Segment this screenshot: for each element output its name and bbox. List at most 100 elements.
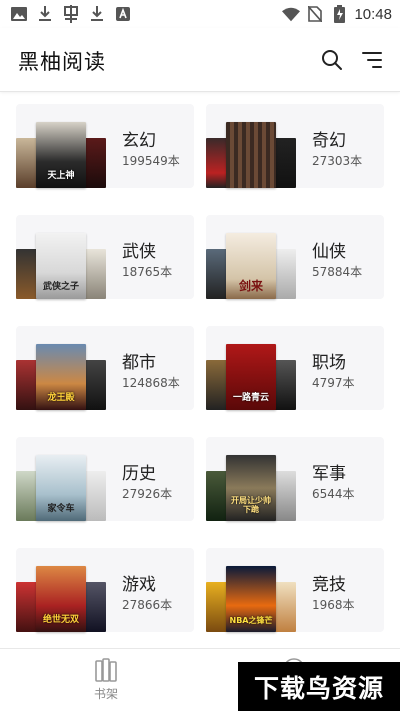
a-box-icon [114, 5, 132, 23]
category-count: 18765本 [122, 265, 173, 279]
battery-charging-icon [330, 5, 348, 23]
cover-stack: 绝世无双 [16, 548, 108, 632]
cover-title: 绝世无双 [42, 615, 79, 626]
book-cover [206, 582, 228, 632]
book-cover: 武侠之子 [36, 233, 86, 299]
book-cover [84, 582, 106, 632]
book-cover: 剑来 [226, 233, 276, 299]
book-cover: 家令车 [36, 455, 86, 521]
category-card-dushi[interactable]: 龙王殿 都市 124868本 [16, 326, 194, 410]
status-time: 10:48 [354, 5, 392, 23]
wifi-icon [282, 5, 301, 23]
nav-bookshelf-label: 书架 [93, 687, 118, 701]
download-icon [88, 5, 106, 23]
nav-bookshelf[interactable]: 书架 [86, 657, 126, 707]
category-name: 武侠 [122, 242, 156, 262]
book-cover [274, 360, 296, 410]
book-cover: 龙王殿 [36, 344, 86, 410]
cover-stack: 剑来 [206, 215, 298, 299]
menu-list-icon [362, 52, 382, 68]
category-name: 都市 [122, 353, 156, 373]
category-card-wuxia[interactable]: 武侠之子 武侠 18765本 [16, 215, 194, 299]
cover-title: 剑来 [238, 278, 263, 293]
download-icon [36, 5, 54, 23]
book-cover [84, 138, 106, 188]
book-cover [16, 471, 38, 521]
book-cover [16, 138, 38, 188]
cover-title: 开局让少帅下跪 [231, 496, 271, 515]
category-name: 仙侠 [312, 242, 346, 262]
cover-stack [206, 104, 298, 188]
app-title: 黑柚阅读 [18, 50, 106, 74]
book-cover [226, 122, 276, 188]
book-cover: NBA之锋芒 [226, 566, 276, 632]
category-card-youxi[interactable]: 绝世无双 游戏 27866本 [16, 548, 194, 632]
category-name: 军事 [312, 464, 346, 484]
cover-stack: 武侠之子 [16, 215, 108, 299]
category-card-jingji[interactable]: NBA之锋芒 竞技 1968本 [206, 548, 384, 632]
category-name: 竞技 [312, 575, 346, 595]
book-cover: 天上神 [36, 122, 86, 188]
category-card-junshi[interactable]: 开局让少帅下跪 军事 6544本 [206, 437, 384, 521]
book-cover [274, 471, 296, 521]
book-cover [274, 582, 296, 632]
cover-title: 一路青云 [232, 393, 269, 404]
category-card-xuanhuan[interactable]: 天上神 玄幻 199549本 [16, 104, 194, 188]
category-count: 27866本 [122, 598, 173, 612]
book-cover [206, 471, 228, 521]
category-count: 27926本 [122, 487, 173, 501]
cover-stack: 龙王殿 [16, 326, 108, 410]
cover-stack: NBA之锋芒 [206, 548, 298, 632]
cover-title: 龙王殿 [47, 393, 75, 404]
status-bar: 10:48 [0, 0, 400, 28]
game-icon [62, 5, 80, 23]
book-cover [206, 249, 228, 299]
book-cover [84, 360, 106, 410]
category-name: 职场 [312, 353, 346, 373]
category-name: 玄幻 [122, 131, 156, 151]
category-count: 6544本 [312, 487, 355, 501]
app-header: 黑柚阅读 [0, 28, 400, 92]
status-system: 10:48 [282, 4, 392, 24]
book-cover [274, 249, 296, 299]
book-cover [16, 582, 38, 632]
book-cover [274, 138, 296, 188]
book-cover [84, 249, 106, 299]
cover-title: NBA之锋芒 [229, 616, 273, 626]
book-cover [16, 360, 38, 410]
cover-title: 家令车 [47, 504, 75, 515]
watermark: 下载鸟资源 [238, 662, 400, 711]
category-count: 27303本 [312, 154, 363, 168]
book-cover: 一路青云 [226, 344, 276, 410]
category-card-zhichang[interactable]: 一路青云 职场 4797本 [206, 326, 384, 410]
book-cover [206, 360, 228, 410]
menu-button[interactable] [360, 48, 384, 72]
category-name: 游戏 [122, 575, 156, 595]
category-count: 1968本 [312, 598, 355, 612]
category-count: 4797本 [312, 376, 355, 390]
category-card-lishi[interactable]: 家令车 历史 27926本 [16, 437, 194, 521]
category-name: 历史 [122, 464, 156, 484]
cover-title: 武侠之子 [42, 282, 79, 293]
cover-stack: 天上神 [16, 104, 108, 188]
category-count: 199549本 [122, 154, 180, 168]
category-count: 57884本 [312, 265, 363, 279]
book-cover [84, 471, 106, 521]
no-sim-icon [306, 5, 324, 23]
bookshelf-icon [95, 658, 117, 682]
category-count: 124868本 [122, 376, 180, 390]
category-card-xianxia[interactable]: 剑来 仙侠 57884本 [206, 215, 384, 299]
watermark-text: 下载鸟资源 [253, 673, 384, 703]
book-cover [206, 138, 228, 188]
category-name: 奇幻 [312, 131, 346, 151]
cover-title: 天上神 [47, 171, 75, 182]
book-cover [16, 249, 38, 299]
book-cover: 绝世无双 [36, 566, 86, 632]
image-icon [10, 5, 28, 23]
book-cover: 开局让少帅下跪 [226, 455, 276, 521]
status-notifications [10, 4, 132, 24]
cover-stack: 一路青云 [206, 326, 298, 410]
search-button[interactable] [320, 48, 344, 72]
category-card-qihuan[interactable]: 奇幻 27303本 [206, 104, 384, 188]
cover-stack: 开局让少帅下跪 [206, 437, 298, 521]
